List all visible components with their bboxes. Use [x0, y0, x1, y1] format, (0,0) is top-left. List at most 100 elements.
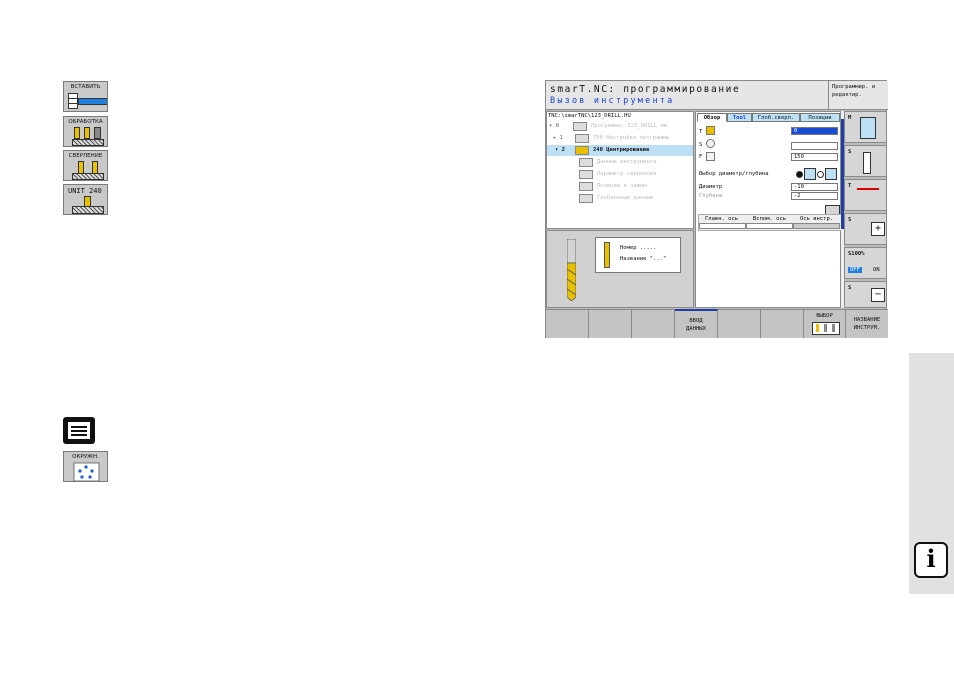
side-key-label: S: [848, 285, 852, 291]
tree-text: Позиции и зажим: [597, 183, 647, 189]
tool-info-box: Номер ..... Название "...": [595, 237, 681, 273]
diameter-choice-icon[interactable]: [804, 168, 816, 180]
globe-icon: [579, 194, 593, 203]
tool-name-softkey[interactable]: НАЗВАНИЕ ИНСТРУМ.: [846, 309, 888, 338]
radio-depth-icon[interactable]: [817, 171, 824, 178]
tree-item[interactable]: Параметр сверления: [547, 169, 693, 180]
axis-header-main: Главн. ось: [705, 216, 739, 222]
side-key-t[interactable]: T: [844, 179, 887, 211]
side-key-s[interactable]: S: [844, 145, 887, 177]
spindle-input[interactable]: [791, 142, 838, 150]
softkey-5[interactable]: [718, 309, 761, 338]
side-key-s-minus[interactable]: S −: [844, 281, 887, 308]
tree-item[interactable]: Данные инструмента: [547, 157, 693, 168]
tool-select-icon: [812, 322, 840, 335]
preview-pane: Номер ..... Название "...": [546, 230, 694, 308]
feed-icon: [706, 152, 715, 161]
parameter-form: Обзор Tool Глоб.сверл. Позиции T 0 S F 1…: [695, 111, 842, 308]
info-icon: i: [914, 542, 948, 578]
diameter-label: Диаметр: [699, 184, 723, 190]
machining-softkey-icon: ОБРАБОТКА: [63, 116, 108, 147]
side-key-m[interactable]: M: [844, 111, 887, 143]
screen-title: smarT.NC: программирование: [550, 84, 741, 95]
drill-glyph-icon: [72, 161, 104, 180]
centering-icon: [575, 146, 589, 155]
off-badge: OFF: [848, 267, 862, 273]
tab-overview[interactable]: Обзор: [697, 113, 727, 122]
depth-select-label: Выбор диаметр/глубина: [699, 171, 769, 177]
tab-positions[interactable]: Позиции: [800, 113, 840, 122]
program-path: TNC:\smarTNC\123_DRILL.HU: [548, 113, 631, 119]
tree-text: Данные инструмента: [597, 159, 657, 165]
program-icon: [573, 122, 587, 131]
side-key-s-plus[interactable]: S +: [844, 213, 887, 245]
bolt-circle-icon: [73, 462, 100, 481]
insert-label: ВСТАВИТЬ: [70, 84, 101, 90]
insert-softkey-icon: ВСТАВИТЬ: [63, 81, 108, 112]
tab-global-drill[interactable]: Глоб.сверл.: [752, 113, 800, 122]
side-key-label: S: [848, 217, 852, 223]
tools-glyph-icon: [72, 127, 104, 146]
diameter-input[interactable]: -10: [791, 183, 838, 191]
mode-label: Программир. и редактир.: [828, 81, 888, 110]
tree-item-selected[interactable]: ▾ 2 240 Центрирование: [547, 145, 693, 156]
centering-glyph-icon: [72, 196, 104, 214]
tree-item[interactable]: Глобальные данные: [547, 193, 693, 204]
list-glyph-icon: [68, 93, 107, 109]
minus-icon: −: [871, 288, 885, 302]
on-label: ON: [873, 267, 880, 273]
side-key-override[interactable]: S100% OFF ON: [844, 247, 887, 279]
axis-cell[interactable]: [793, 223, 840, 229]
select-label: ВЫБОР: [816, 313, 833, 319]
screen-header: smarT.NC: программирование Вызов инструм…: [546, 81, 828, 110]
select-softkey[interactable]: ВЫБОР: [804, 309, 846, 338]
plus-icon: +: [871, 222, 885, 236]
softkey-6[interactable]: [761, 309, 804, 338]
info-name: Название "...": [620, 256, 667, 262]
circle-softkey-icon: ОКРУЖН.: [63, 451, 108, 482]
softkey-1[interactable]: [546, 309, 589, 338]
unit-240-label: UNIT 240: [68, 187, 102, 195]
tree-item[interactable]: ▾ 0 Программа: 123_DRILL мм: [547, 121, 693, 132]
depth-input[interactable]: -2: [791, 192, 838, 200]
document-icon: [63, 417, 95, 444]
softkey-2[interactable]: [589, 309, 632, 338]
settings-icon: [575, 134, 589, 143]
unit-240-softkey-icon: UNIT 240: [63, 184, 108, 215]
program-softkey-icon: [63, 417, 95, 444]
softkey-3[interactable]: [632, 309, 675, 338]
side-key-label: S100%: [848, 251, 865, 257]
tab-tool[interactable]: Tool: [727, 113, 752, 122]
field-key: S: [699, 142, 703, 148]
screen-subtitle: Вызов инструмента: [550, 96, 675, 106]
program-tree[interactable]: TNC:\smarTNC\123_DRILL.HU ▾ 0 Программа:…: [546, 111, 694, 229]
field-key: F: [699, 154, 703, 160]
axis-cell[interactable]: [746, 223, 793, 229]
tool-data-icon: [579, 158, 593, 167]
info-sidebar: i: [909, 353, 954, 594]
tree-marker: ▸ 1: [553, 135, 563, 141]
positions-icon: [579, 182, 593, 191]
depth-label: Глубина: [699, 193, 723, 199]
drilling-label: СВЕРЛЕНИЕ: [68, 153, 103, 159]
axis-table: Главн. ось Вспом. ось Ось инстр.: [698, 214, 842, 231]
tree-item[interactable]: Позиции и зажим: [547, 181, 693, 192]
feed-input[interactable]: 150: [791, 153, 838, 161]
enter-data-softkey[interactable]: ВВОД ДАННЫХ: [675, 309, 718, 338]
axis-header-aux: Вспом. ось: [753, 216, 787, 222]
tree-text: Программа: 123_DRILL мм: [591, 123, 668, 129]
axis-header-tool: Ось инстр.: [800, 216, 834, 222]
tree-item[interactable]: ▸ 1 700 Настройки программы: [547, 133, 693, 144]
tool-number-input[interactable]: 0: [791, 127, 838, 135]
smartnc-screen: smarT.NC: программирование Вызов инструм…: [545, 80, 888, 338]
mini-drill-icon: [604, 242, 610, 268]
circle-label: ОКРУЖН.: [72, 454, 99, 460]
tree-text: Параметр сверления: [597, 171, 657, 177]
tool-change-icon: [857, 188, 879, 204]
depth-choice-icon[interactable]: [825, 168, 837, 180]
side-key-label: T: [848, 183, 852, 189]
tree-text: Глобальные данные: [597, 195, 654, 201]
axis-cell[interactable]: [699, 223, 746, 229]
info-number: Номер .....: [620, 245, 657, 251]
radio-diameter-icon[interactable]: [796, 171, 803, 178]
